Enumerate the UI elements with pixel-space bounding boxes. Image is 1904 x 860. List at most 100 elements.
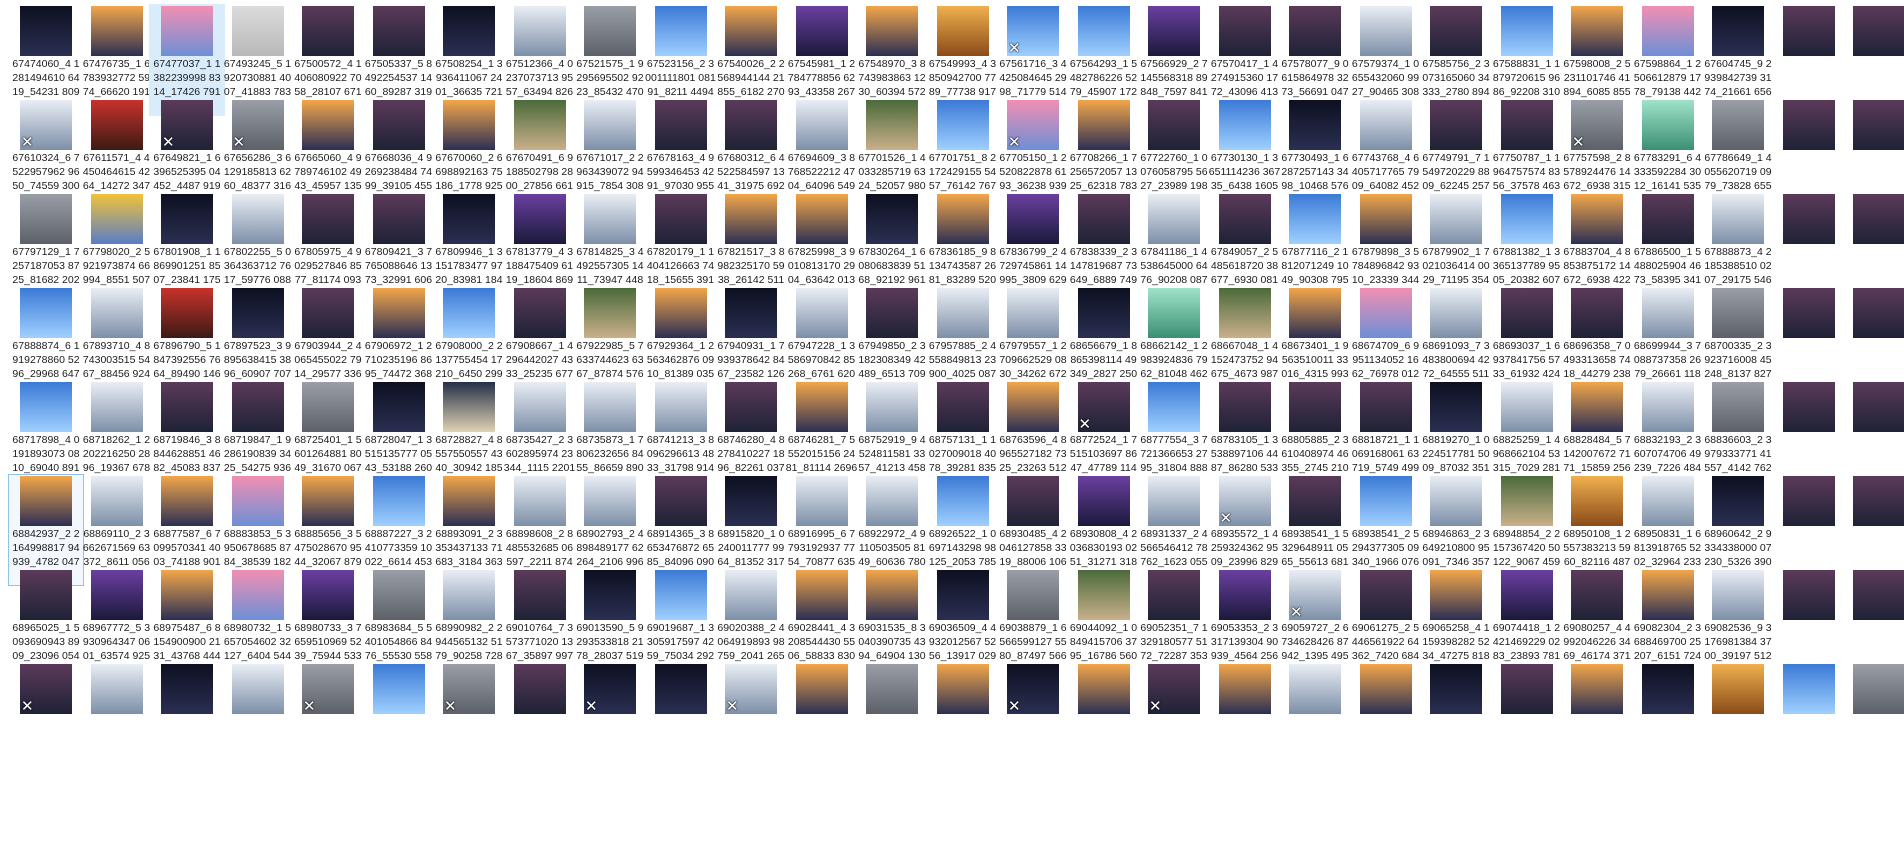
image-thumbnail <box>90 476 143 526</box>
image-thumbnail <box>1853 664 1904 714</box>
image-thumbnail <box>1500 382 1553 432</box>
file-item[interactable] <box>79 662 155 774</box>
file-name <box>433 715 505 771</box>
file-item[interactable] <box>1418 662 1494 774</box>
image-thumbnail <box>1500 288 1553 338</box>
file-item[interactable]: ✕ <box>8 662 84 774</box>
image-thumbnail <box>231 476 284 526</box>
file-item[interactable] <box>1630 662 1706 774</box>
file-item[interactable] <box>1559 662 1635 774</box>
file-item[interactable] <box>1207 662 1283 774</box>
file-item[interactable] <box>1841 662 1904 774</box>
file-name <box>1279 715 1351 771</box>
image-thumbnail <box>1359 476 1412 526</box>
image-thumbnail <box>725 6 777 56</box>
file-item[interactable] <box>925 662 1001 774</box>
offline-status-icon: ✕ <box>232 133 246 150</box>
image-thumbnail: ✕ <box>1007 664 1059 714</box>
image-thumbnail <box>161 288 213 338</box>
image-thumbnail <box>1077 570 1130 620</box>
image-thumbnail <box>443 288 495 338</box>
file-name <box>1420 715 1492 771</box>
offline-status-icon: ✕ <box>1290 603 1303 620</box>
image-thumbnail <box>1359 288 1412 338</box>
file-item[interactable] <box>1348 662 1424 774</box>
offline-status-icon: ✕ <box>303 697 316 714</box>
image-thumbnail <box>1782 100 1835 150</box>
file-item[interactable]: ✕ <box>713 662 789 774</box>
image-thumbnail <box>795 664 848 714</box>
image-thumbnail <box>936 6 989 56</box>
image-thumbnail <box>443 382 495 432</box>
image-thumbnail <box>584 100 636 150</box>
file-item[interactable] <box>854 662 930 774</box>
image-thumbnail <box>1218 100 1271 150</box>
file-item[interactable]: ✕ <box>290 662 366 774</box>
image-thumbnail <box>1430 6 1482 56</box>
file-name <box>222 715 294 771</box>
image-thumbnail <box>1218 194 1271 244</box>
image-thumbnail <box>936 194 989 244</box>
image-thumbnail <box>1359 194 1412 244</box>
image-thumbnail <box>20 382 72 432</box>
image-thumbnail <box>443 476 495 526</box>
image-thumbnail <box>90 570 143 620</box>
image-thumbnail <box>1289 476 1341 526</box>
file-item[interactable] <box>220 662 296 774</box>
file-item[interactable]: ✕ <box>431 662 507 774</box>
image-thumbnail <box>1148 288 1200 338</box>
file-item[interactable] <box>1771 662 1847 774</box>
image-thumbnail <box>231 664 284 714</box>
image-thumbnail <box>1641 570 1694 620</box>
image-thumbnail <box>20 476 72 526</box>
file-name <box>645 715 717 771</box>
file-item[interactable] <box>1700 662 1776 774</box>
image-thumbnail <box>866 382 918 432</box>
file-name <box>927 715 999 771</box>
image-thumbnail <box>866 664 918 714</box>
file-item[interactable] <box>643 662 719 774</box>
offline-status-icon: ✕ <box>1219 509 1233 526</box>
file-item[interactable] <box>1277 662 1353 774</box>
status-bar <box>0 848 1904 860</box>
image-thumbnail <box>866 476 918 526</box>
image-thumbnail <box>90 100 143 150</box>
image-thumbnail <box>1571 194 1623 244</box>
image-thumbnail <box>1359 382 1412 432</box>
file-item[interactable] <box>784 662 860 774</box>
offline-status-icon: ✕ <box>21 697 34 714</box>
image-thumbnail <box>372 570 425 620</box>
image-thumbnail <box>725 476 777 526</box>
file-item[interactable] <box>149 662 225 774</box>
image-thumbnail <box>372 382 425 432</box>
file-item[interactable] <box>1066 662 1142 774</box>
file-item[interactable] <box>502 662 578 774</box>
image-thumbnail <box>866 288 918 338</box>
image-thumbnail: ✕ <box>20 664 72 714</box>
image-thumbnail <box>1782 194 1835 244</box>
image-thumbnail <box>725 100 777 150</box>
file-name <box>1138 715 1210 771</box>
image-thumbnail: ✕ <box>443 664 495 714</box>
image-thumbnail <box>1007 570 1059 620</box>
image-thumbnail <box>1641 100 1694 150</box>
image-thumbnail <box>1712 570 1764 620</box>
file-name <box>715 715 787 771</box>
image-thumbnail <box>1289 100 1341 150</box>
file-name <box>856 715 928 771</box>
file-item[interactable] <box>1489 662 1565 774</box>
file-name <box>1843 715 1904 771</box>
image-thumbnail <box>1148 194 1200 244</box>
image-thumbnail <box>302 570 354 620</box>
image-thumbnail <box>1007 476 1059 526</box>
file-name <box>151 715 223 771</box>
file-item[interactable]: ✕ <box>1136 662 1212 774</box>
image-thumbnail <box>513 100 566 150</box>
file-name <box>10 715 82 771</box>
image-thumbnail <box>1289 382 1341 432</box>
file-item[interactable] <box>361 662 437 774</box>
image-thumbnail <box>654 382 707 432</box>
file-item[interactable]: ✕ <box>572 662 648 774</box>
image-thumbnail <box>795 382 848 432</box>
file-item[interactable]: ✕ <box>995 662 1071 774</box>
